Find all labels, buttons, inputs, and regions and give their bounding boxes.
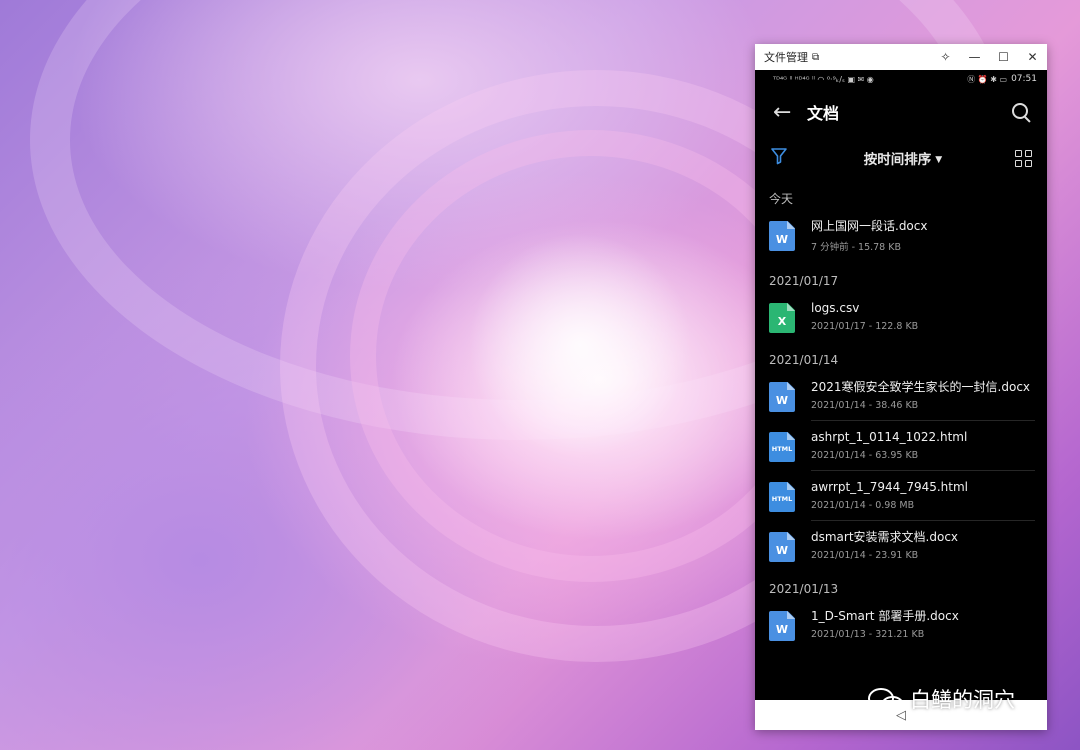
window-title: 文件管理 [764, 51, 808, 64]
watermark-text: 白鳝的洞穴 [910, 688, 1015, 712]
wallpaper-glow [470, 230, 690, 460]
pin-button[interactable]: ✧ [931, 50, 960, 64]
maximize-button[interactable]: ☐ [989, 50, 1018, 64]
restore-icon[interactable]: ⧉ [812, 52, 819, 63]
filter-icon[interactable] [771, 147, 791, 169]
file-list-item[interactable]: W 网上国网一段话.docx 7 分钟前 - 15.78 KB [755, 210, 1047, 262]
minimize-button[interactable]: — [960, 50, 989, 64]
section-header: 2021/01/14 [769, 353, 839, 367]
file-list[interactable]: 今天 W 网上国网一段话.docx 7 分钟前 - 15.78 KB 2021/01/1… [755, 180, 1047, 700]
file-meta: 2021/01/14 - 23.91 KB [811, 550, 919, 561]
file-name: ashrpt_1_0114_1022.html [811, 430, 968, 444]
word-file-icon: W [769, 221, 795, 251]
file-list-item[interactable]: HTML ashrpt_1_0114_1022.html 2021/01/14 - … [755, 421, 1047, 471]
file-meta: 2021/01/17 - 122.8 KB [811, 321, 919, 332]
file-meta: 2021/01/14 - 38.46 KB [811, 400, 919, 411]
file-list-item[interactable]: Xlogs.csv 2021/01/17 - 122.8 KB [755, 292, 1047, 341]
file-list-item[interactable]: Wdsmart安装需求文档.docx 2021/01/14 - 23.91 KB [755, 521, 1047, 570]
file-list-item[interactable]: HTML awrrpt_1_7944_7945.html 2021/01/14 - … [755, 471, 1047, 521]
status-time: 07:51 [1011, 74, 1037, 84]
word-file-icon: W [769, 532, 795, 562]
back-arrow-icon[interactable]: ← [773, 100, 807, 125]
file-name: 网上国网一段话.docx [811, 219, 928, 233]
section-header: 2021/01/17 [769, 274, 839, 288]
page-title: 文档 [807, 104, 840, 123]
status-indicators-right: Ⓝ ⏰ ✱ ▭ [967, 74, 1008, 84]
sort-bar: 按时间排序 ▼ [755, 136, 1047, 180]
sort-label: 按时间排序 [863, 152, 932, 168]
app-bar: ← 文档 [755, 88, 1047, 136]
window-titlebar[interactable]: 文件管理 ⧉ ✧ — ☐ ✕ [755, 44, 1047, 70]
file-name: 2021寒假安全致学生家长的一封信.docx [811, 380, 1031, 394]
file-name: logs.csv [811, 301, 860, 315]
file-name: dsmart安装需求文档.docx [811, 530, 959, 544]
file-meta: 2021/01/14 - 0.98 MB [811, 500, 915, 511]
phone-status-bar: ᵀᴰ⁴ᴳ ˡˡ ᴴᴰ⁴ᴳ ˡˡ ◠ ⁰·⁹ₖ/ₛ ▣ ✉ ◉ Ⓝ ⏰ ✱ ▭ 0… [755, 70, 1047, 88]
html-file-icon: HTML [769, 432, 795, 462]
search-icon[interactable] [1009, 100, 1033, 124]
file-name: 1_D-Smart 部署手册.docx [811, 609, 959, 623]
file-meta: 2021/01/13 - 321.21 KB [811, 629, 925, 640]
word-file-icon: W [769, 382, 795, 412]
file-meta: 7 分钟前 - 15.78 KB [811, 242, 901, 253]
excel-file-icon: X [769, 303, 795, 333]
status-indicators-left: ᵀᴰ⁴ᴳ ˡˡ ᴴᴰ⁴ᴳ ˡˡ ◠ ⁰·⁹ₖ/ₛ ▣ ✉ ◉ [773, 74, 874, 84]
file-meta: 2021/01/14 - 63.95 KB [811, 450, 919, 461]
wechat-icon [868, 686, 904, 714]
section-header: 今天 [769, 192, 794, 206]
file-manager-window: 文件管理 ⧉ ✧ — ☐ ✕ ᵀᴰ⁴ᴳ ˡˡ ᴴᴰ⁴ᴳ ˡˡ ◠ ⁰·⁹ₖ/ₛ … [755, 44, 1047, 730]
caret-down-icon: ▼ [935, 155, 943, 165]
file-list-item[interactable]: W 1_D-Smart 部署手册.docx 2021/01/13 - 321.21 … [755, 600, 1047, 649]
close-button[interactable]: ✕ [1018, 50, 1047, 64]
section-header: 2021/01/13 [769, 582, 839, 596]
html-file-icon: HTML [769, 482, 795, 512]
grid-view-icon[interactable] [1015, 150, 1033, 167]
file-list-item[interactable]: W 2021寒假安全致学生家长的一封信.docx 2021/01/14 - 38.4… [755, 371, 1047, 421]
file-name: awrrpt_1_7944_7945.html [811, 480, 969, 494]
word-file-icon: W [769, 611, 795, 641]
sort-dropdown[interactable]: 按时间排序 ▼ [791, 148, 1015, 168]
watermark: 白鳝的洞穴 [868, 684, 1015, 714]
